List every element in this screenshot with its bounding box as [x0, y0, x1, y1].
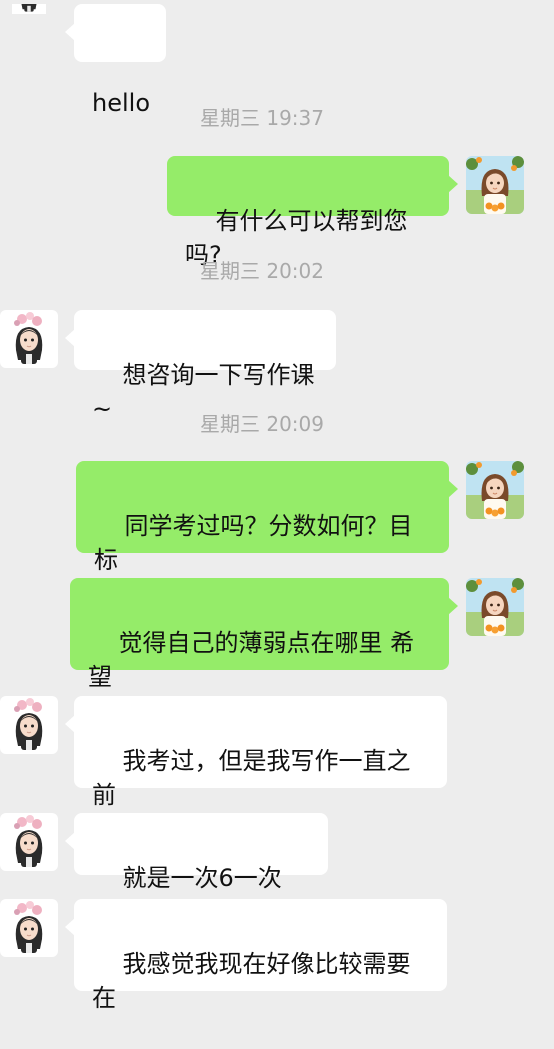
girl-with-flowers-avatar-icon [0, 813, 58, 871]
timestamp: 星期三 20:09 [200, 412, 324, 436]
message-bubble-outgoing[interactable]: 有什么可以帮到您吗? [167, 156, 458, 269]
contact-avatar[interactable] [0, 696, 58, 754]
contact-avatar[interactable] [0, 310, 58, 368]
girl-with-flowers-avatar-icon [0, 310, 58, 368]
message-bubble-incoming[interactable]: 我感觉我现在好像比较需要在 [65, 899, 447, 1012]
self-avatar[interactable] [466, 156, 524, 214]
timestamp: 星期三 19:37 [200, 106, 324, 130]
message-bubble-outgoing[interactable]: 觉得自己的薄弱点在哪里 希望 课堂重点讲解哪些内容? [70, 578, 458, 725]
girl-with-flowers-avatar-icon [0, 696, 58, 754]
message-bubble-incoming[interactable]: 就是一次6一次6.5 [65, 813, 328, 926]
contact-avatar[interactable] [0, 899, 58, 957]
message-bubble-incoming[interactable]: 想咨询一下写作课~ [65, 310, 336, 423]
self-avatar[interactable] [466, 461, 524, 519]
girl-with-oranges-avatar-icon [466, 461, 524, 519]
self-avatar[interactable] [466, 578, 524, 636]
message-bubble-incoming[interactable]: hello [65, 4, 166, 117]
timestamp: 星期三 20:02 [200, 259, 324, 283]
girl-with-oranges-avatar-icon [466, 578, 524, 636]
message-bubble-outgoing[interactable]: 同学考过吗？分数如何？目标 分呢? [76, 461, 458, 608]
girl-with-oranges-avatar-icon [466, 156, 524, 214]
message-bubble-incoming[interactable]: 我考过，但是我写作一直之前 都不太用心 [65, 696, 447, 843]
girl-with-flowers-avatar-icon [0, 899, 58, 957]
contact-avatar[interactable] [0, 813, 58, 871]
message-text: 我感觉我现在好像比较需要在 [92, 950, 411, 1012]
contact-avatar[interactable] [0, 4, 58, 38]
girl-with-flowers-avatar-icon [0, 4, 58, 38]
